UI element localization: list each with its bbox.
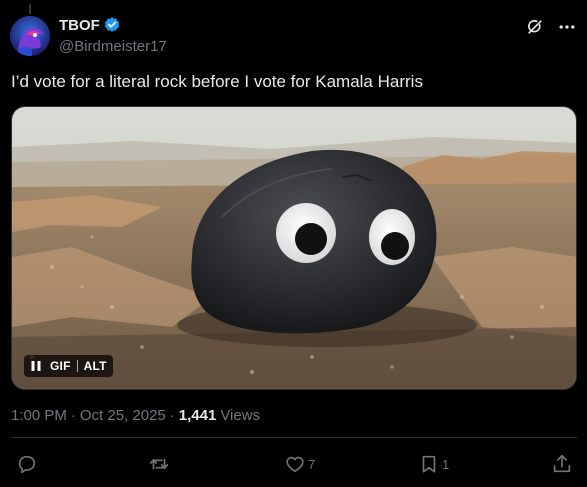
display-name[interactable]: TBOF xyxy=(59,17,100,34)
media-controls: GIF ALT xyxy=(24,355,113,377)
like-button[interactable]: 7 xyxy=(284,452,315,476)
verified-badge-icon xyxy=(103,16,121,34)
display-name-row: TBOF xyxy=(59,14,167,36)
tweet-date[interactable]: Oct 25, 2025 xyxy=(80,406,166,426)
like-icon xyxy=(284,453,306,475)
avatar[interactable] xyxy=(10,16,50,56)
divider xyxy=(11,437,577,438)
repost-button[interactable] xyxy=(148,452,172,476)
grok-icon[interactable] xyxy=(525,17,545,37)
like-count: 7 xyxy=(308,456,316,472)
reply-icon xyxy=(16,453,38,475)
view-count: 1,441 xyxy=(178,407,217,424)
share-icon xyxy=(551,453,573,475)
views-label: Views xyxy=(220,407,261,424)
author-names: TBOF @Birdmeister17 xyxy=(59,14,167,58)
author-handle[interactable]: @Birdmeister17 xyxy=(59,36,167,58)
meta-dot: · xyxy=(70,407,76,424)
tweet-header: TBOF @Birdmeister17 xyxy=(10,14,577,58)
more-icon[interactable] xyxy=(557,17,577,37)
alt-badge[interactable]: ALT xyxy=(84,359,107,373)
bookmark-button[interactable]: 1 xyxy=(418,452,449,476)
repost-icon xyxy=(148,453,170,475)
tweet-card: TBOF @Birdmeister17 I’d vote for a liter… xyxy=(0,0,587,487)
meta-dot: · xyxy=(169,407,175,424)
gif-badge: GIF xyxy=(50,359,71,373)
action-bar: 7 1 xyxy=(16,452,576,476)
pause-icon[interactable] xyxy=(28,358,44,374)
tweet-meta: 1:00 PM · Oct 25, 2025 · 1,441 Views xyxy=(11,406,260,426)
tweet-media-gif[interactable]: GIF ALT xyxy=(11,106,577,390)
header-actions xyxy=(525,17,577,37)
reply-button[interactable] xyxy=(16,452,40,476)
share-button[interactable] xyxy=(551,452,573,476)
badge-separator xyxy=(76,360,78,372)
tweet-time[interactable]: 1:00 PM xyxy=(11,406,67,426)
bookmark-count: 1 xyxy=(442,456,450,472)
thread-line xyxy=(29,4,31,14)
bookmark-icon xyxy=(418,453,440,475)
rock-gif-image xyxy=(12,107,576,389)
tweet-text: I’d vote for a literal rock before I vot… xyxy=(11,72,423,91)
